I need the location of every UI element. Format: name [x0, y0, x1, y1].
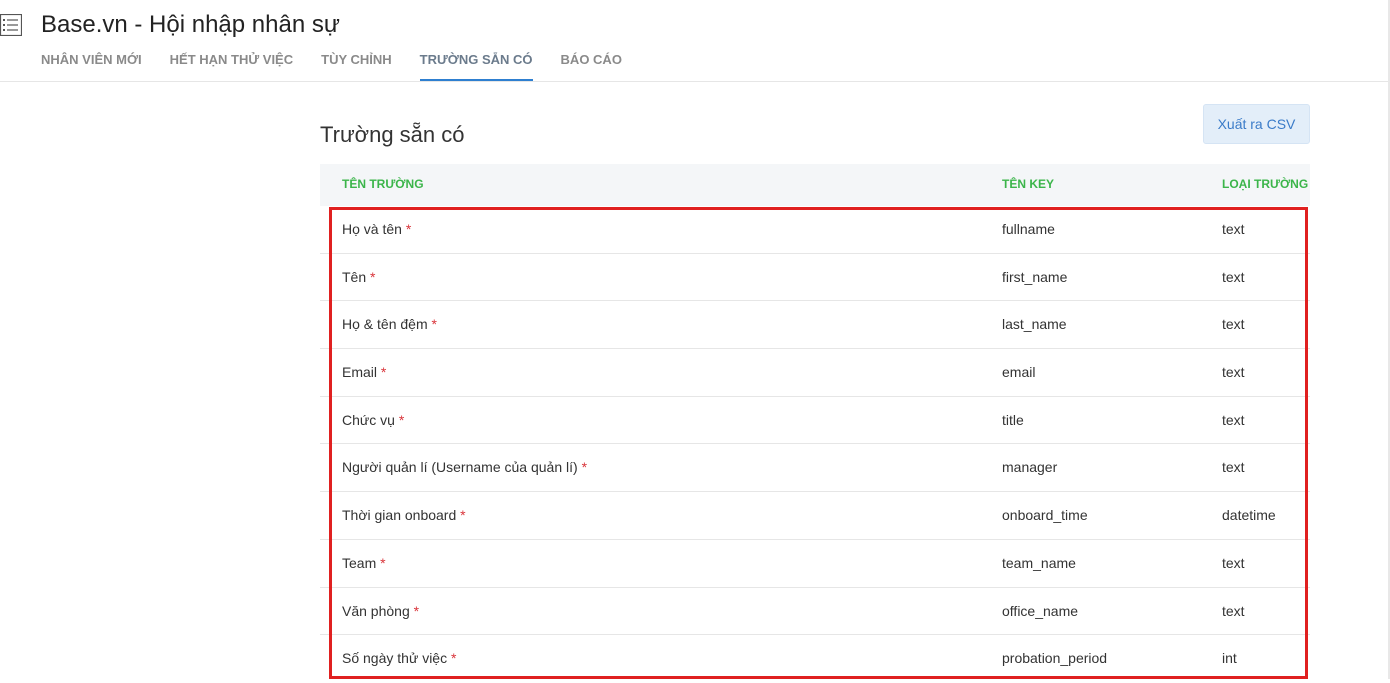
field-name-cell: Họ và tên * — [342, 221, 411, 237]
field-type: text — [1222, 602, 1245, 619]
required-mark: * — [460, 507, 466, 524]
field-type: text — [1222, 459, 1245, 476]
required-mark: * — [398, 411, 405, 428]
field-type: text — [1222, 364, 1245, 381]
field-key: probation_period — [1002, 650, 1108, 667]
table-row: Tên * first_name text — [320, 254, 1310, 302]
tab-reports[interactable]: BÁO CÁO — [561, 52, 622, 80]
table-header: TÊN TRƯỜNG TÊN KEY LOẠI TRƯỜNG — [320, 164, 1310, 206]
field-name: Email — [342, 364, 378, 381]
field-name-cell: Văn phòng * — [342, 603, 419, 619]
required-mark: * — [370, 268, 376, 285]
field-type: text — [1222, 221, 1245, 237]
required-mark: * — [405, 221, 412, 237]
table-row: Email * email text — [320, 349, 1310, 397]
field-type: text — [1222, 554, 1245, 571]
fields-table: TÊN TRƯỜNG TÊN KEY LOẠI TRƯỜNG Họ và tên… — [320, 164, 1310, 683]
field-name: Người quản lí (Username của quản lí) — [342, 459, 578, 476]
field-key: office_name — [1002, 602, 1079, 619]
required-mark: * — [431, 316, 437, 333]
field-name: Chức vụ — [342, 411, 395, 428]
tab-available-fields[interactable]: TRƯỜNG SẴN CÓ — [419, 52, 533, 81]
field-type: text — [1222, 268, 1245, 285]
field-key: fullname — [1002, 221, 1055, 237]
table-row: Văn phòng * office_name text — [320, 588, 1310, 636]
table-row: Họ & tên đệm * last_name text — [320, 301, 1310, 350]
required-mark: * — [581, 459, 588, 476]
tab-bar: NHÂN VIÊN MỚI HẾT HẠN THỬ VIỆC TÙY CHỈNH… — [41, 52, 650, 82]
field-name-cell: Người quản lí (Username của quản lí) * — [342, 459, 587, 475]
field-type: text — [1222, 316, 1245, 333]
column-header-name: TÊN TRƯỜNG — [342, 177, 424, 191]
column-header-key: TÊN KEY — [1002, 177, 1055, 191]
field-name: Họ & tên đệm — [342, 316, 428, 333]
tab-new-employees[interactable]: NHÂN VIÊN MỚI — [41, 52, 142, 80]
required-mark: * — [380, 364, 387, 381]
field-key: team_name — [1002, 554, 1076, 571]
field-name-cell: Team * — [342, 555, 386, 571]
field-name-cell: Tên * — [342, 269, 375, 285]
field-name: Thời gian onboard — [342, 507, 457, 524]
column-header-type: LOẠI TRƯỜNG — [1222, 177, 1309, 191]
table-row: Thời gian onboard * onboard_time datetim… — [320, 492, 1310, 540]
field-name-cell: Chức vụ * — [342, 412, 404, 428]
field-name: Số ngày thử việc — [342, 650, 448, 667]
field-type: int — [1222, 650, 1237, 667]
field-name-cell: Số ngày thử việc * — [342, 650, 456, 666]
field-key: manager — [1002, 459, 1058, 476]
page-title: Trường sẵn có — [320, 122, 465, 147]
field-name: Văn phòng — [342, 602, 410, 619]
field-key: last_name — [1002, 316, 1067, 333]
field-key: title — [1002, 411, 1024, 428]
table-row: Chức vụ * title text — [320, 397, 1310, 445]
field-name-cell: Thời gian onboard * — [342, 507, 466, 523]
field-type: datetime — [1222, 507, 1276, 524]
field-key: onboard_time — [1002, 507, 1088, 524]
table-row: Team * team_name text — [320, 540, 1310, 588]
table-row: Người quản lí (Username của quản lí) * m… — [320, 444, 1310, 493]
required-mark: * — [413, 602, 420, 619]
field-name: Tên — [342, 268, 367, 285]
required-mark: * — [380, 554, 386, 571]
field-key: email — [1002, 364, 1036, 381]
field-type: text — [1222, 411, 1245, 428]
field-name: Họ và tên — [342, 221, 402, 237]
list-menu-icon[interactable] — [0, 14, 22, 36]
field-name-cell: Email * — [342, 364, 386, 380]
export-csv-button[interactable]: Xuất ra CSV — [1203, 104, 1310, 144]
tab-probation-expired[interactable]: HẾT HẠN THỬ VIỆC — [170, 52, 293, 80]
field-key: first_name — [1002, 268, 1068, 285]
app-header: Base.vn - Hội nhập nhân sự NHÂN VIÊN MỚI… — [0, 0, 1390, 82]
tab-customize[interactable]: TÙY CHỈNH — [321, 52, 392, 80]
table-row: Họ và tên * fullname text — [320, 206, 1310, 254]
table-row: Số ngày thử việc * probation_period int — [320, 635, 1310, 683]
field-name: Team — [342, 554, 377, 571]
field-name-cell: Họ & tên đệm * — [342, 316, 437, 332]
required-mark: * — [451, 650, 457, 667]
app-title: Base.vn - Hội nhập nhân sự — [41, 11, 340, 38]
